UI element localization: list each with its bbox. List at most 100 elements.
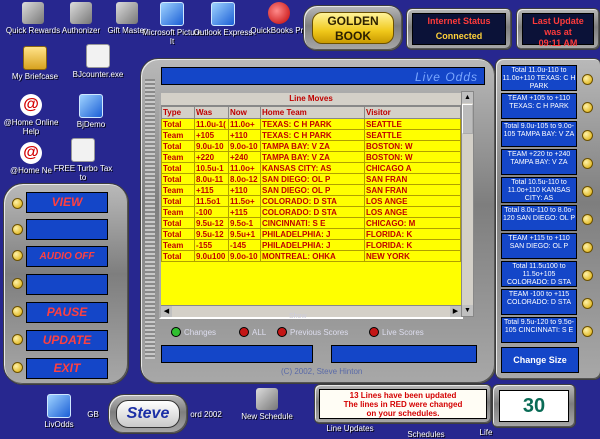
change-feed-item[interactable]: TEAM +115 to +110 SAN DIEGO: OL P [501, 233, 577, 259]
cell-now: 11.0o+ [228, 162, 261, 174]
change-feed-item[interactable]: Total 10.5u-110 to 11.0o+110 KANSAS CITY… [501, 177, 577, 203]
cell-now: 8.0o-12 [228, 173, 261, 185]
cell-home-team: TEXAS: C H PARK [260, 129, 365, 141]
scroll-right-icon[interactable]: ▶ [450, 306, 461, 317]
scroll-up-icon[interactable]: ▲ [462, 92, 473, 103]
table-row[interactable]: Team -100 +115 COLORADO: D STA LOS ANGE [161, 206, 461, 218]
table-row[interactable]: Total 11.5o1 11.5o+ COLORADO: D STA LOS ANGE [161, 195, 461, 207]
desktop-icon-label: BjDemo [76, 120, 106, 129]
desktop-icon-label: Life [479, 428, 493, 437]
table-row[interactable]: Team +115 +110 SAN DIEGO: OL P SAN FRAN [161, 184, 461, 196]
cell-was: -155 [194, 239, 229, 251]
table-row[interactable]: Total 10.5u-1 11.0o+ KANSAS CITY: AS CHICAGO… [161, 162, 461, 174]
cell-was: 9.5u-12 [194, 228, 229, 240]
change-feed-item[interactable]: Total 9.0u-105 to 9.0o-105 TAMPA BAY: V … [501, 121, 577, 147]
update-message-window: 13 Lines have been updated The lines in … [319, 389, 487, 419]
change-feed-item[interactable]: Total 8.0u-110 to 8.0o-120 SAN DIEGO: OL… [501, 205, 577, 231]
desktop-icon-ord-2002[interactable]: ord 2002 [186, 410, 226, 419]
table-row[interactable]: Team +220 +240 TAMPA BAY: V ZA BOSTON: W [161, 151, 461, 163]
desktop-icon-home-online-help[interactable]: @ @Home Online Help [0, 94, 62, 136]
table-row[interactable]: Team -155 -145 PHILADELPHIA: J FLORIDA: K [161, 239, 461, 251]
blank-button-1[interactable] [26, 219, 108, 240]
cell-type: Team [161, 184, 195, 196]
update-button[interactable]: UPDATE [26, 330, 108, 351]
change-feed-item[interactable]: TEAM +220 to +240 TAMPA BAY: V ZA [501, 149, 577, 175]
table-row[interactable]: Total 9.0u-10 9.0o-10 TAMPA BAY: V ZA BOSTON… [161, 140, 461, 152]
message-line-3: on your schedules. [366, 409, 440, 418]
bottom-bar-left[interactable] [161, 345, 313, 363]
table-row[interactable]: Total 8.0u-11 8.0o-12 SAN DIEGO: OL P SAN FR… [161, 173, 461, 185]
logo-line2: BOOK [335, 29, 371, 43]
pause-button[interactable]: PAUSE [26, 302, 108, 323]
legend-changes[interactable]: Changes [171, 327, 216, 337]
cell-type: Total [161, 195, 195, 207]
table-row[interactable]: Total 9.5u-12 9.5o-1 CINCINNATI: S E CHICAGO… [161, 217, 461, 229]
last-update-time: 09:11 AM [538, 38, 578, 48]
vertical-scrollbar[interactable]: ▲ ▼ [461, 91, 474, 317]
indicator-dot-icon [12, 250, 23, 261]
desktop-icon-free[interactable]: FREE Turbo Tax to [52, 138, 114, 182]
column-header-type[interactable]: Type [161, 106, 195, 119]
change-feed-item[interactable]: Total 11.5u100 to 11.5o+105 COLORADO: D … [501, 261, 577, 287]
legend-live-scores[interactable]: Live Scores [369, 327, 424, 337]
table-row[interactable]: Team +105 +110 TEXAS: C H PARK SEATTLE [161, 129, 461, 141]
change-feed-item[interactable]: TEAM -100 to +115 COLORADO: D STA [501, 289, 577, 315]
audio-off-button[interactable]: AUDIO OFF [26, 246, 108, 267]
scroll-left-icon[interactable]: ◀ [161, 306, 172, 317]
table-row[interactable]: Total 11.0u-1(11.0o+ TEXAS: C H PARK SEATTL… [161, 118, 461, 130]
column-header-was[interactable]: Was [194, 106, 229, 119]
gift-icon [22, 2, 44, 24]
cell-visitor: BOSTON: W [364, 151, 461, 163]
indicator-dot-icon [582, 74, 593, 85]
internet-status-value: Connected [435, 31, 483, 41]
desktop-icon-new-schedule[interactable]: New Schedule [232, 388, 302, 421]
desktop-icon-schedules[interactable]: Schedules [396, 430, 456, 439]
desktop-icon-life[interactable]: Life [474, 428, 498, 437]
cell-was: +220 [194, 151, 229, 163]
horizontal-scrollbar[interactable]: ◀ ▶ [161, 305, 461, 317]
legend-changes-label: Changes [184, 327, 217, 337]
change-feed-item[interactable]: Total 9.5u-120 to 9.5o-105 CINCINNATI: S… [501, 317, 577, 343]
cell-home-team: COLORADO: D STA [260, 206, 365, 218]
column-header-now[interactable]: Now [228, 106, 261, 119]
legend-all[interactable]: ALL [239, 327, 266, 337]
desktop-icon-quickbooks-pro[interactable]: QuickBooks Pro [248, 2, 310, 35]
change-feed-item[interactable]: Total 11.0u-110 to 11.0o+110 TEXAS: C H … [501, 65, 577, 91]
table-row[interactable]: Total 9.0u100 9.0o-10 MONTREAL: OHKA NEW YOR… [161, 250, 461, 262]
radio-icon [239, 327, 249, 337]
desktop-icon-gb[interactable]: GB [78, 410, 108, 419]
desktop-icon-line-updates[interactable]: Line Updates [320, 424, 380, 433]
desktop-icon-bjcounter[interactable]: BJcounter.exe [66, 44, 130, 79]
copyright-text: (C) 2002, Steve Hinton [281, 367, 363, 376]
odds-icon [47, 394, 71, 418]
scroll-down-icon[interactable]: ▼ [462, 305, 473, 316]
bottom-bar-right[interactable] [331, 345, 477, 363]
cell-home-team: COLORADO: D STA [260, 195, 365, 207]
cell-home-team: TAMPA BAY: V ZA [260, 151, 365, 163]
indicator-dot-icon [582, 214, 593, 225]
blank-button-2[interactable] [26, 274, 108, 295]
legend-previous-scores[interactable]: Previous Scores [277, 327, 348, 337]
cell-now: +110 [228, 129, 261, 141]
desktop-icon-bjdemo[interactable]: BjDemo [60, 94, 122, 129]
cell-type: Total [161, 140, 195, 152]
cell-was: +105 [194, 129, 229, 141]
cell-now: +240 [228, 151, 261, 163]
view-button[interactable]: VIEW [26, 192, 108, 213]
desktop-icon-my-briefcase[interactable]: My Briefcase [0, 46, 70, 81]
change-size-button[interactable]: Change Size [501, 347, 579, 373]
table-row[interactable]: Total 9.5u-12 9.5u+1 PHILADELPHIA: J FLORIDA… [161, 228, 461, 240]
tax-icon [71, 138, 95, 162]
desktop-icon-outlook-express[interactable]: Outlook Express [192, 2, 254, 37]
column-header-home-team[interactable]: Home Team [260, 106, 365, 119]
cell-home-team: PHILADELPHIA: J [260, 239, 365, 251]
legend-previous-scores-label: Previous Scores [290, 327, 349, 337]
steve-button[interactable]: Steve [108, 394, 188, 434]
cell-type: Total [161, 118, 195, 130]
schedule-icon [256, 388, 278, 410]
column-header-visitor[interactable]: Visitor [364, 106, 461, 119]
live-odds-frame: Live Odds Line Moves Type Was Now Home T… [140, 58, 496, 384]
scroll-thumb[interactable] [462, 104, 473, 134]
change-feed-item[interactable]: TEAM +105 to +110 TEXAS: C H PARK [501, 93, 577, 119]
exit-button[interactable]: EXIT [26, 358, 108, 379]
